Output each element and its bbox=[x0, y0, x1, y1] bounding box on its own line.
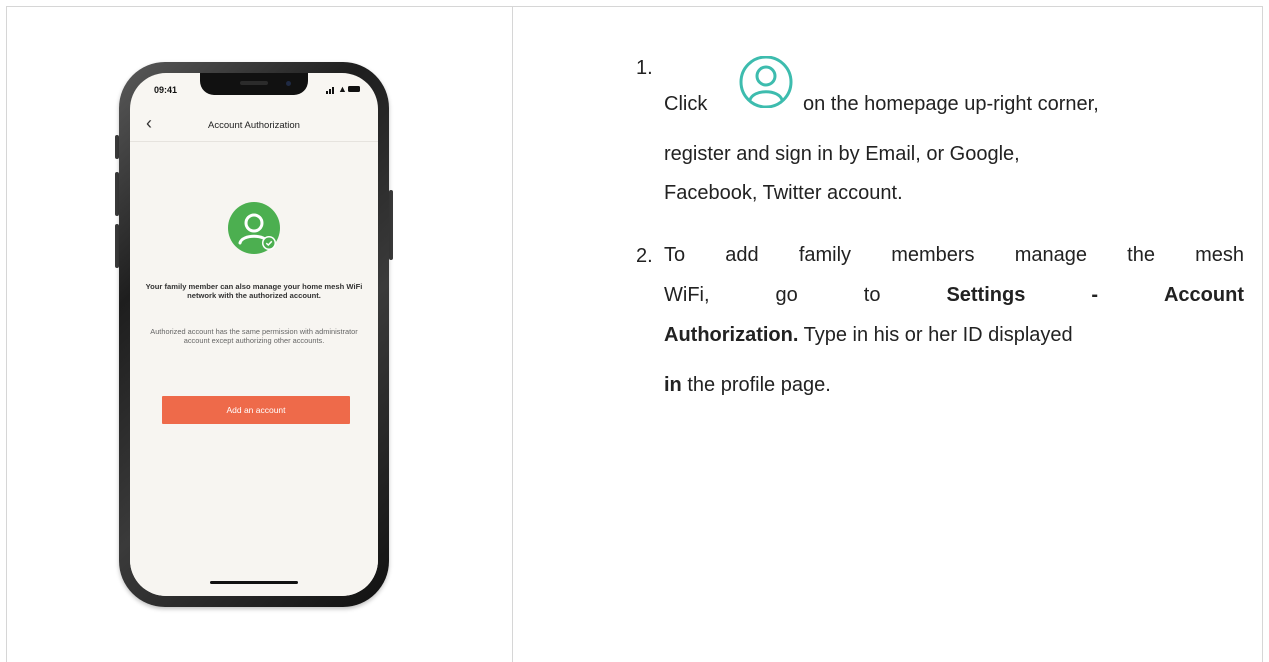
phone-screen: 09:41 ▲ ‹ Account Authorization Your fam… bbox=[130, 73, 378, 596]
step-2-word: family bbox=[798, 244, 852, 266]
user-icon bbox=[739, 56, 793, 108]
signal-icon bbox=[326, 91, 328, 94]
step-2-word: WiFi, bbox=[664, 284, 710, 306]
battery-icon bbox=[348, 86, 360, 92]
step-2-line-4: in the profile page. bbox=[664, 365, 1244, 405]
step-2-word: the bbox=[1127, 244, 1155, 266]
table-border-left bbox=[6, 6, 7, 662]
authorization-note: Authorized account has the same permissi… bbox=[150, 327, 358, 346]
step-2-word: go bbox=[775, 284, 798, 306]
authorized-user-icon bbox=[228, 202, 280, 254]
step-2-bold-text: in bbox=[664, 374, 682, 396]
step-2-text: Type in his or her ID displayed bbox=[803, 324, 1073, 346]
step-1-line-2: register and sign in by Email, or Google… bbox=[664, 143, 1020, 165]
step-2-word: members bbox=[891, 244, 975, 266]
step-2-word: to bbox=[863, 284, 881, 306]
signal-bar bbox=[329, 89, 331, 94]
home-indicator bbox=[210, 581, 298, 584]
front-camera bbox=[286, 81, 291, 86]
step-2-word: mesh bbox=[1195, 244, 1245, 266]
add-account-button[interactable]: Add an account bbox=[162, 396, 350, 424]
step-2-text: the profile page. bbox=[687, 374, 831, 396]
nav-bar: ‹ Account Authorization bbox=[130, 109, 378, 142]
check-badge-icon bbox=[262, 236, 276, 250]
step-2-line-2: WiFi, go to Settings - Account bbox=[664, 275, 1244, 315]
authorization-description: Your family member can also manage your … bbox=[145, 282, 363, 301]
phone-mockup: 09:41 ▲ ‹ Account Authorization Your fam… bbox=[119, 62, 389, 607]
settings-path-text: Settings bbox=[946, 284, 1026, 306]
signal-bar bbox=[332, 87, 334, 94]
step-1-number: 1. bbox=[636, 57, 653, 79]
step-2-line-3: Authorization. Type in his or her ID dis… bbox=[664, 315, 1244, 355]
step-1-line-1: on the homepage up-right corner, bbox=[803, 93, 1099, 115]
table-border-right bbox=[1262, 6, 1263, 662]
phone-notch bbox=[200, 73, 308, 95]
step-2-word: To bbox=[664, 244, 686, 266]
step-2-word: add bbox=[725, 244, 759, 266]
settings-path-separator: - bbox=[1091, 284, 1098, 306]
wifi-icon: ▲ bbox=[338, 84, 347, 94]
settings-path-text: Account bbox=[1163, 284, 1244, 306]
speaker-grille bbox=[240, 81, 268, 85]
step-1-line-3: Facebook, Twitter account. bbox=[664, 182, 903, 204]
screen-content: Your family member can also manage your … bbox=[130, 142, 378, 596]
settings-path-text: Authorization. bbox=[664, 324, 799, 346]
step-1-click-text: Click bbox=[664, 93, 708, 115]
status-time: 09:41 bbox=[154, 85, 178, 95]
status-icons: ▲ bbox=[326, 84, 362, 94]
step-2-number: 2. bbox=[636, 245, 653, 267]
table-border-top bbox=[6, 6, 1263, 7]
step-2-word: manage bbox=[1014, 244, 1087, 266]
table-column-divider bbox=[512, 6, 513, 662]
phone-side-button bbox=[389, 190, 393, 260]
nav-title: Account Authorization bbox=[208, 120, 300, 131]
step-2-line-1: To add family members manage the mesh bbox=[664, 235, 1244, 275]
